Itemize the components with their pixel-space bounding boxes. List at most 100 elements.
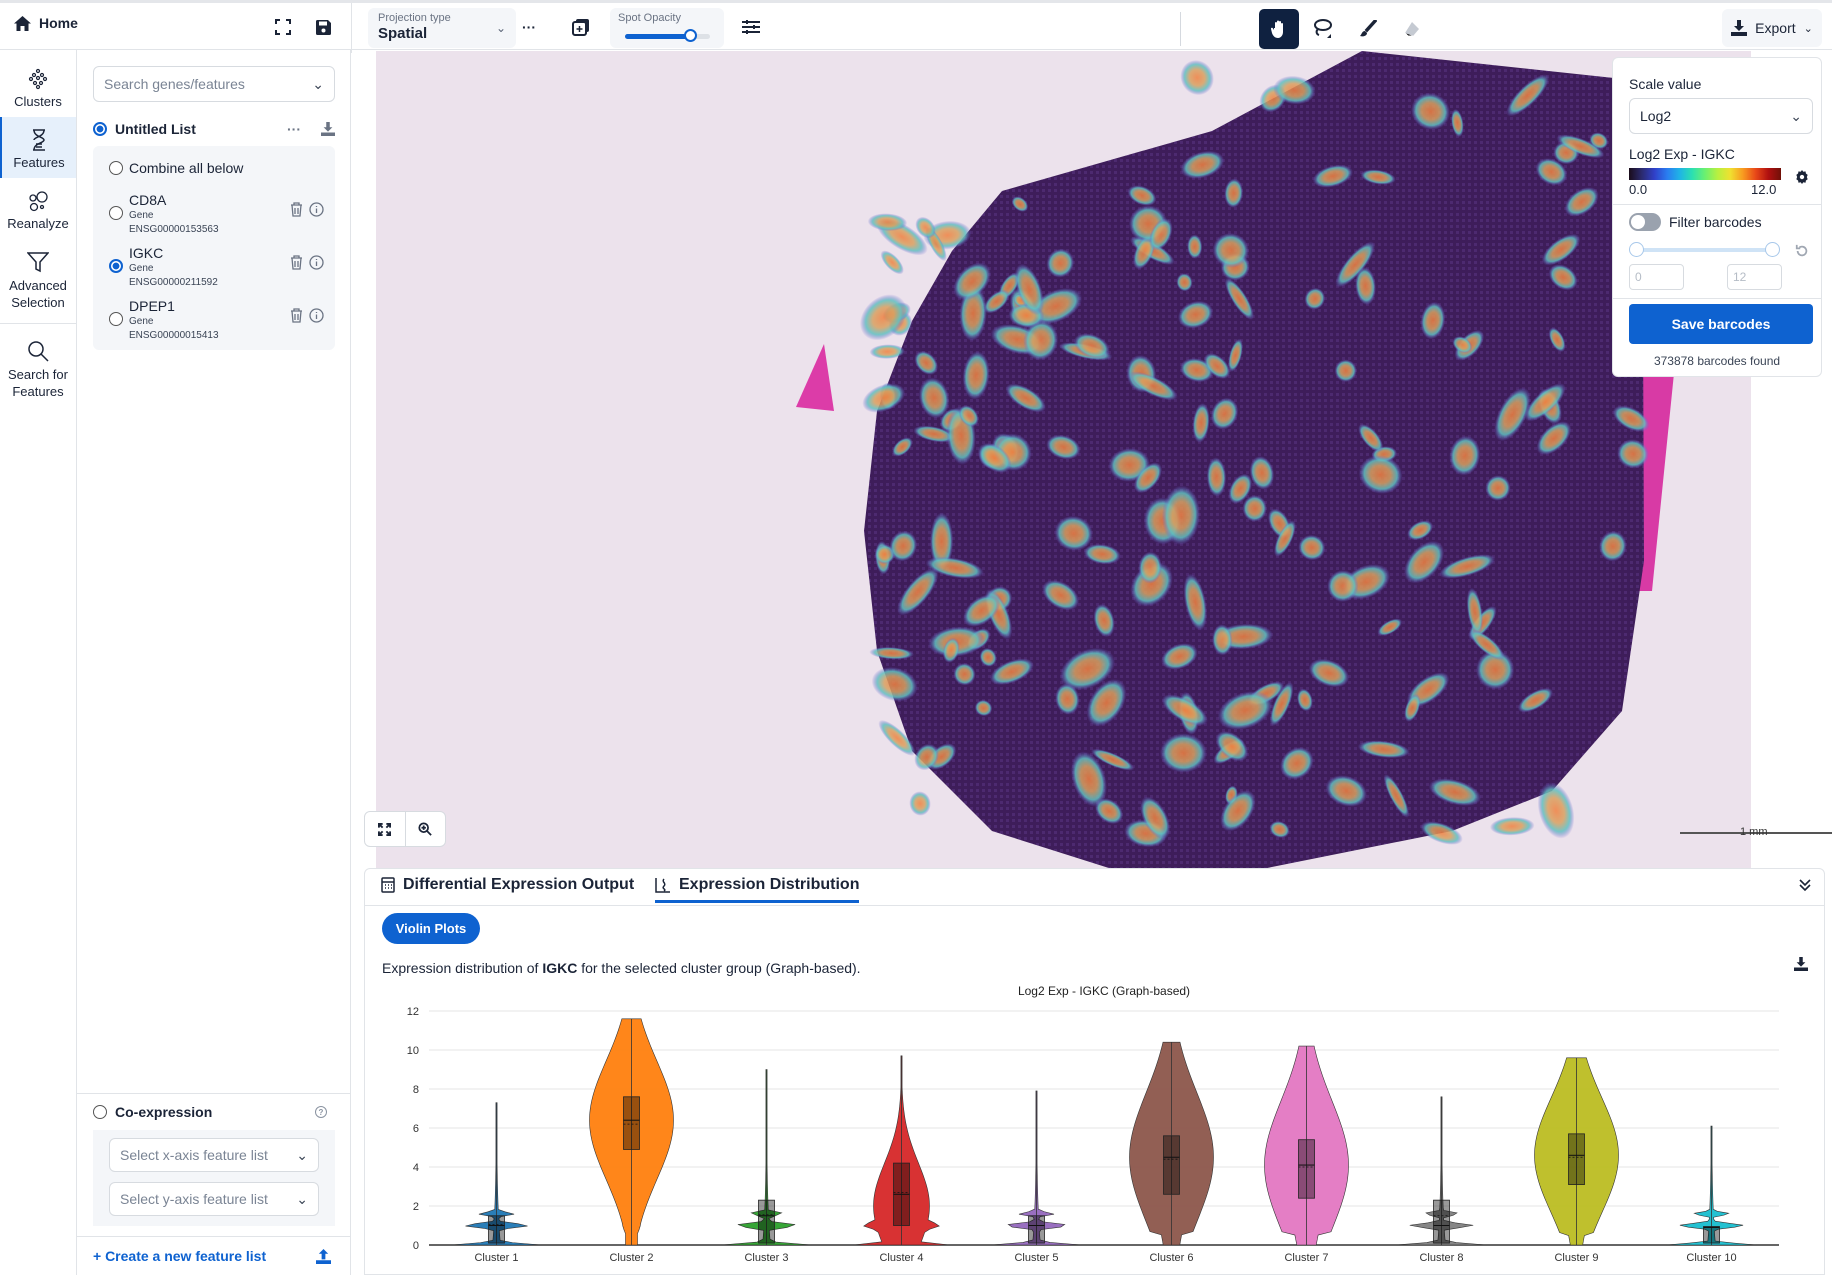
spot-opacity-slider[interactable] [625,29,710,42]
trash-icon[interactable] [290,255,303,270]
lasso-icon [1314,19,1332,38]
feature-radio[interactable] [109,259,123,273]
box [1028,1215,1045,1244]
x-tick-label: Cluster 8 [1419,1252,1463,1264]
tab-expression-distribution[interactable]: Expression Distribution [655,876,860,903]
trash-icon[interactable] [290,308,303,323]
upload-icon[interactable] [316,1248,331,1264]
rail-item-advanced-selection[interactable]: Advanced Selection [0,239,76,319]
box [1433,1199,1450,1244]
top-toolbar: Home Projection type Spatial ⌄ ··· Spot … [0,0,1832,53]
expression-hotspot [1489,817,1535,836]
chevron-down-icon: ⌄ [1803,22,1813,35]
x-tick-label: Cluster 2 [609,1252,653,1264]
spatial-map[interactable] [352,51,1832,869]
help-icon[interactable]: ? [315,1106,327,1118]
chevron-down-icon: ⌄ [495,21,506,35]
info-icon[interactable] [309,255,324,270]
combine-radio[interactable] [109,161,123,175]
lasso-tool-button[interactable] [1303,9,1343,49]
save-button[interactable] [310,14,336,40]
fit-view-button[interactable] [365,812,405,846]
scale-panel: Scale value Log2 ⌄ Log2 Exp - IGKC 0.0 1… [1612,57,1822,377]
x-tick-label: Cluster 1 [474,1252,518,1264]
coexpression-radio[interactable] [93,1105,107,1119]
feature-list-radio[interactable] [93,122,107,136]
toolbar-divider [351,3,352,53]
chevron-down-icon: ⌄ [296,1146,308,1163]
brush-tool-button[interactable] [1348,9,1388,49]
layer-settings-button[interactable] [738,14,764,40]
create-feature-list-button[interactable]: + Create a new feature list [77,1236,351,1275]
reset-icon[interactable] [1795,244,1809,258]
info-icon[interactable] [309,308,324,323]
home-link[interactable]: Home [14,15,78,31]
tab-differential-expression[interactable]: Differential Expression Output [381,876,634,900]
divider [77,1093,350,1094]
download-icon[interactable] [321,122,335,136]
save-barcodes-button[interactable]: Save barcodes [1629,304,1813,344]
feature-item[interactable]: IGKC Gene ENSG00000211592 [109,245,324,299]
filter-barcodes-toggle[interactable] [1629,213,1661,231]
feature-name: DPEP1 [129,298,175,314]
feature-list-header: Untitled List ··· [93,118,335,140]
range-max-handle[interactable] [1765,242,1780,257]
feature-list-title: Untitled List [115,121,196,137]
x-axis-feature-select[interactable]: Select x-axis feature list ⌄ [109,1138,319,1172]
feature-type: Gene [129,263,154,274]
add-layer-icon [572,19,589,36]
scale-value-select[interactable]: Log2 ⌄ [1629,98,1813,134]
barcodes-found-count: 373878 barcodes found [1653,354,1781,368]
projection-more-button[interactable]: ··· [516,14,542,40]
filter-max-input[interactable]: 12 [1727,264,1782,290]
feature-item[interactable]: CD8A Gene ENSG00000153563 [109,192,324,246]
feature-item[interactable]: DPEP1 Gene ENSG00000015413 [109,298,324,352]
range-min-handle[interactable] [1629,242,1644,257]
spot-opacity-fill [625,34,690,39]
brush-icon [1360,20,1377,37]
rail-item-clusters[interactable]: Clusters [0,56,76,117]
colorbar [1629,168,1781,180]
gene-search-input[interactable]: Search genes/features ⌄ [93,66,335,102]
more-options-icon[interactable]: ··· [287,121,301,137]
save-icon [315,19,331,35]
collapse-panel-icon[interactable] [1798,878,1812,892]
rail-label: Features [13,155,65,170]
trash-icon[interactable] [290,202,303,217]
y-axis-feature-select[interactable]: Select y-axis feature list ⌄ [109,1182,319,1216]
expand-arrows-icon [378,822,392,836]
export-label: Export [1755,20,1796,36]
gear-icon[interactable] [1795,170,1809,184]
projection-type-select[interactable]: Projection type Spatial ⌄ [368,8,516,48]
map-controls [364,811,446,847]
zoom-in-button[interactable] [404,812,446,846]
filter-barcodes-label: Filter barcodes [1669,214,1762,230]
export-button[interactable]: Export ⌄ [1722,9,1822,47]
feature-radio[interactable] [109,312,123,326]
y-tick-label: 10 [407,1045,419,1057]
eraser-tool-button[interactable] [1392,9,1432,49]
filter-range-slider[interactable] [1629,242,1780,257]
y-tick-label: 4 [413,1162,419,1174]
rail-item-search-for-features[interactable]: Search for Features [0,328,76,408]
download-icon [1731,20,1748,36]
desc-gene: IGKC [542,960,578,976]
chart-title: Log2 Exp - IGKC (Graph-based) [1018,984,1190,998]
add-view-button[interactable] [568,14,594,40]
feature-type: Gene [129,210,154,221]
download-chart-icon[interactable] [1794,957,1808,971]
pan-tool-button[interactable] [1259,9,1299,49]
feature-radio[interactable] [109,206,123,220]
violin-plots-button[interactable]: Violin Plots [382,913,480,944]
box [1703,1226,1720,1244]
info-icon[interactable] [309,202,324,217]
fullscreen-button[interactable] [270,14,296,40]
rail-item-features[interactable]: Features [0,117,76,178]
expression-hotspot [909,791,931,816]
spot-opacity-thumb[interactable] [683,29,697,42]
filter-min-input[interactable]: 0 [1629,264,1684,290]
combine-all-option[interactable]: Combine all below [109,160,243,176]
y-tick-label: 8 [413,1084,419,1096]
rail-item-reanalyze[interactable]: Reanalyze [0,178,76,239]
chevron-down-icon: ⌄ [296,1190,308,1207]
